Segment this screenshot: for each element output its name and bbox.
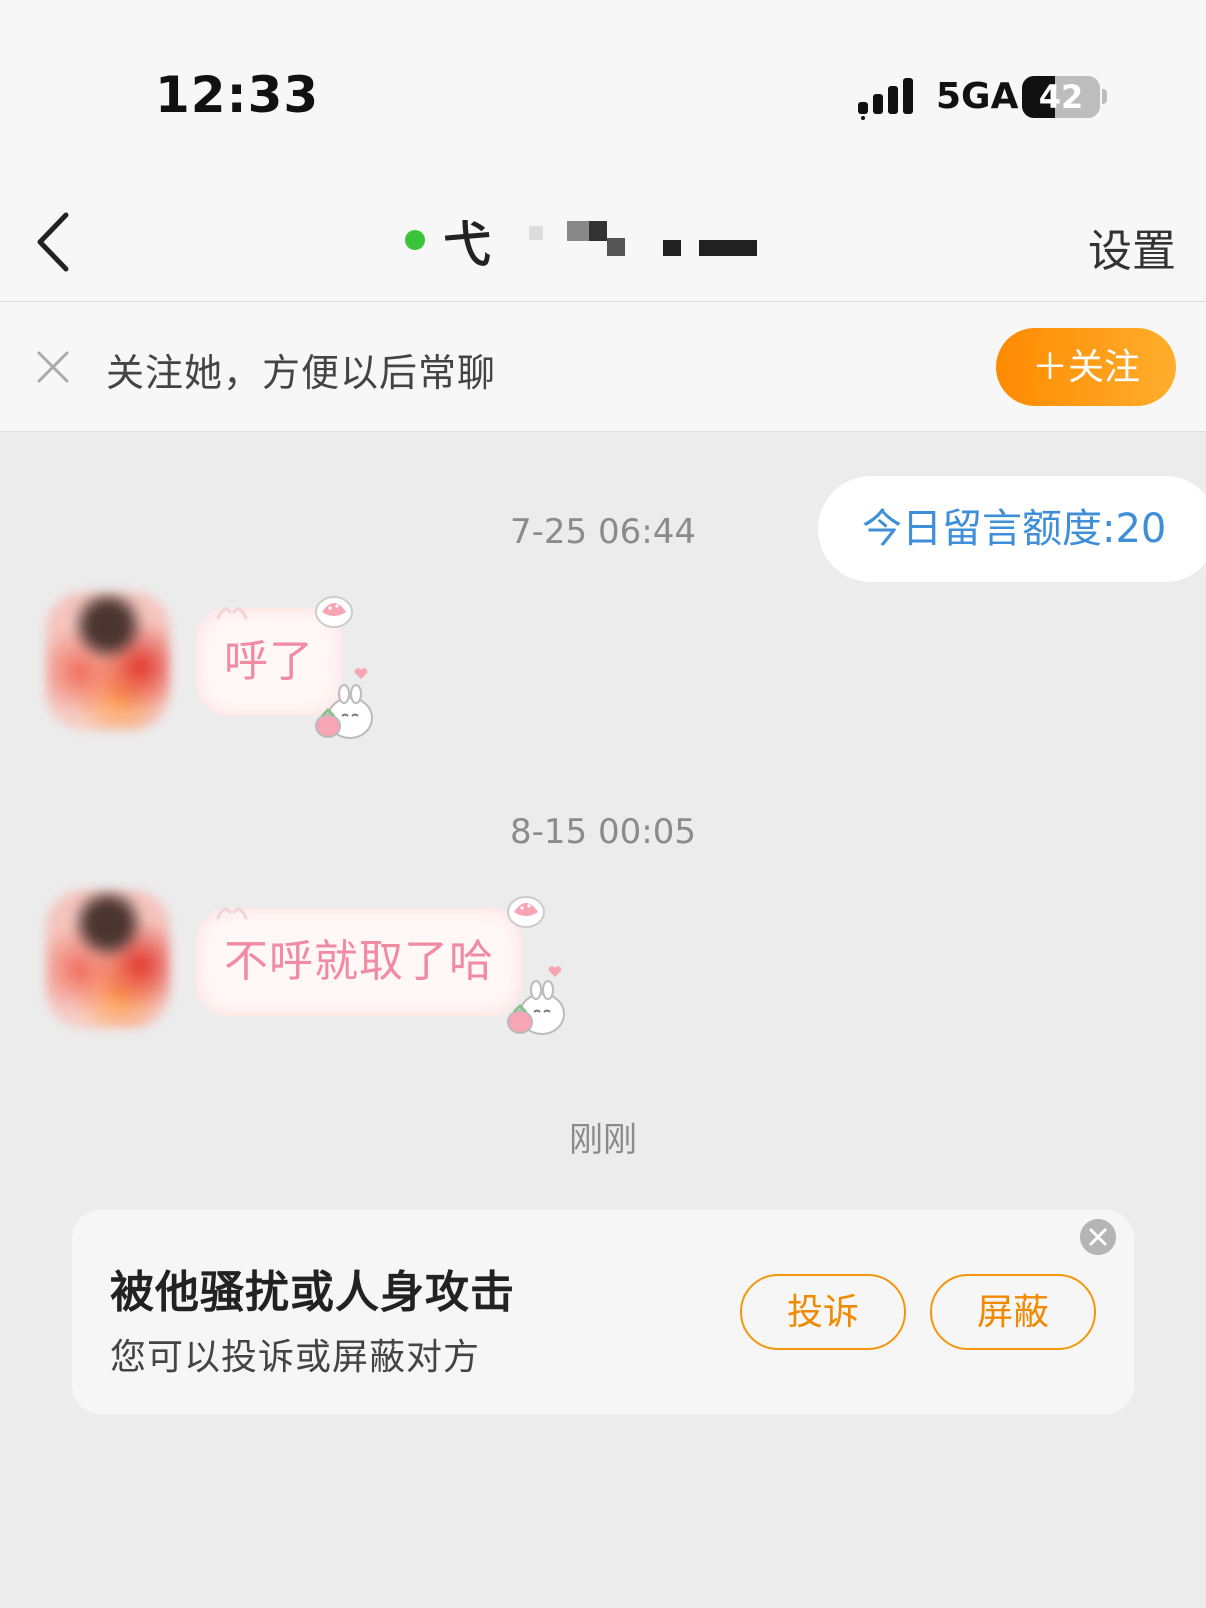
name-mosaic: [499, 215, 758, 265]
message-timestamp: 8-15 00:05: [510, 812, 696, 852]
close-circle-icon[interactable]: [1080, 1219, 1116, 1255]
complain-button[interactable]: 投诉: [740, 1274, 906, 1350]
bunny-sticker-icon: [507, 980, 565, 1035]
report-subtitle: 您可以投诉或屏蔽对方: [110, 1337, 481, 1378]
avatar[interactable]: [46, 592, 170, 730]
online-status-dot: [405, 230, 425, 250]
chevron-left-icon[interactable]: [30, 207, 80, 277]
battery-level: 42: [1038, 78, 1084, 116]
message-text: 呼了: [224, 636, 314, 687]
bunny-sticker-icon: [315, 684, 373, 739]
recent-timestamp: 刚刚: [569, 1120, 637, 1160]
status-time: 12:33: [155, 66, 320, 124]
chat-screen: 12:33 5GA 42 弋 设置 关注她，方便以后常聊 ＋关注 今日留言额度:…: [0, 0, 1206, 1608]
message-bubble[interactable]: 不呼就取了哈: [196, 908, 522, 1016]
heart-icon: [548, 966, 562, 977]
battery-icon: 42: [1022, 76, 1100, 118]
network-type: 5GA: [936, 76, 1019, 117]
message-timestamp: 7-25 06:44: [510, 512, 696, 552]
signal-icon: [858, 78, 913, 120]
settings-button[interactable]: 设置: [1088, 215, 1176, 279]
message-text: 不呼就取了哈: [224, 936, 494, 987]
bubble-ear-decoration: [216, 607, 248, 620]
block-button[interactable]: 屏蔽: [930, 1274, 1096, 1350]
report-title: 被他骚扰或人身攻击: [110, 1267, 515, 1318]
follow-prompt-bar: 关注她，方便以后常聊 ＋关注: [0, 302, 1206, 432]
strawberry-icon: [315, 596, 353, 628]
follow-prompt-text: 关注她，方便以后常聊: [106, 351, 497, 395]
close-icon[interactable]: [36, 350, 70, 384]
strawberry-icon: [507, 896, 545, 928]
avatar[interactable]: [46, 890, 170, 1028]
contact-name: 弋: [443, 217, 492, 273]
follow-button[interactable]: ＋关注: [996, 328, 1176, 406]
report-card: 被他骚扰或人身攻击 您可以投诉或屏蔽对方 投诉 屏蔽: [72, 1210, 1134, 1414]
status-bar: 12:33 5GA 42: [0, 0, 1206, 185]
battery-nub: [1102, 89, 1107, 104]
heart-icon: [354, 668, 368, 679]
bubble-ear-decoration: [216, 907, 248, 920]
chat-title: 弋: [405, 205, 758, 275]
chat-header: 弋 设置: [0, 185, 1206, 302]
